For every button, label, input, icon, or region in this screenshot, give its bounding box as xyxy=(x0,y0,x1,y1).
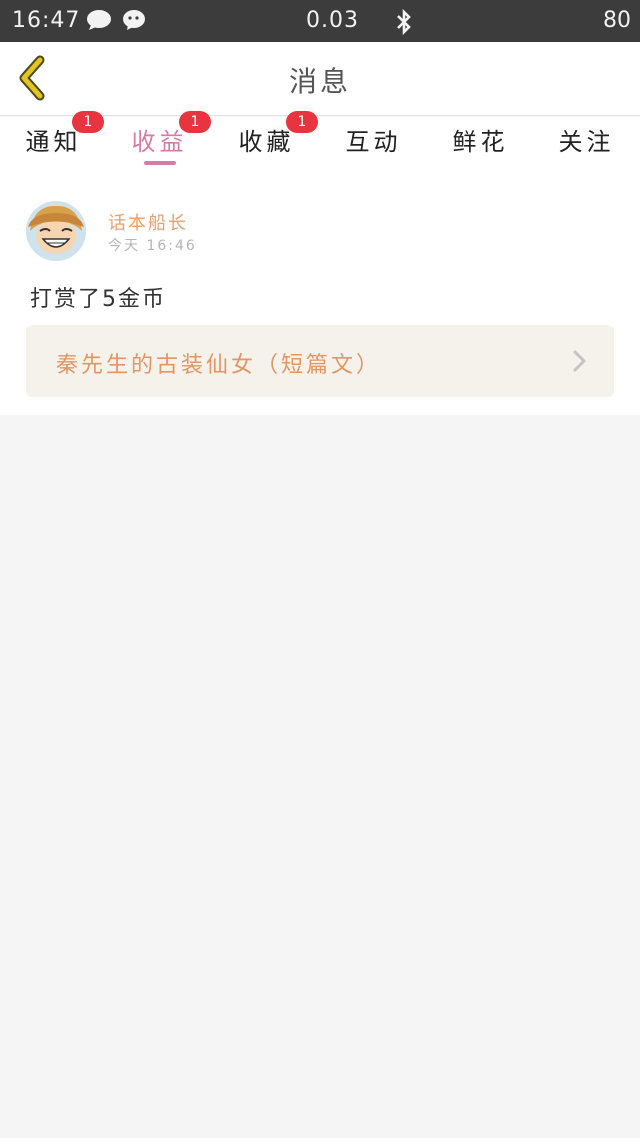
chat-bubble-icon xyxy=(86,9,112,31)
badge: 1 xyxy=(72,111,104,133)
tab-label: 通知 xyxy=(25,128,82,156)
article-link[interactable]: 秦先生的古装仙女（短篇文） xyxy=(26,325,614,397)
article-title: 秦先生的古装仙女（短篇文） xyxy=(56,353,382,378)
status-time: 16:47 xyxy=(12,8,81,33)
message-text: 打赏了5金币 xyxy=(30,287,166,312)
tab-active-indicator xyxy=(144,161,176,165)
tab-following[interactable]: 关注 xyxy=(533,117,640,175)
avatar[interactable] xyxy=(26,201,86,261)
battery-level: 80 xyxy=(603,8,631,33)
tab-earnings[interactable]: 收益 1 xyxy=(106,111,213,175)
tab-flowers[interactable]: 鲜花 xyxy=(427,117,534,175)
page-title: 消息 xyxy=(288,65,351,98)
tab-label: 收益 xyxy=(131,128,188,156)
tab-label: 互动 xyxy=(345,128,402,156)
tab-interactions[interactable]: 互动 xyxy=(320,117,427,175)
status-bar: 16:47 0.03 80 xyxy=(0,0,640,42)
network-speed: 0.03 xyxy=(306,8,359,33)
tab-notifications[interactable]: 通知 1 xyxy=(0,111,107,175)
tab-label: 收藏 xyxy=(238,128,295,156)
message-time: 今天 16:46 xyxy=(108,238,197,254)
tab-favorites[interactable]: 收藏 1 xyxy=(213,111,320,175)
message-item: 话本船长 今天 16:46 打赏了5金币 秦先生的古装仙女（短篇文） xyxy=(0,175,640,415)
badge: 1 xyxy=(179,111,211,133)
bluetooth-icon xyxy=(394,8,420,36)
wechat-icon xyxy=(122,9,148,31)
tab-label: 鲜花 xyxy=(452,128,509,156)
chevron-right-icon xyxy=(573,350,586,372)
badge: 1 xyxy=(286,111,318,133)
header: 消息 xyxy=(0,42,640,116)
tab-bar: 通知 1 收益 1 收藏 1 互动 鲜花 关注 xyxy=(0,111,640,175)
sender-name[interactable]: 话本船长 xyxy=(108,209,188,235)
tab-label: 关注 xyxy=(558,128,615,156)
